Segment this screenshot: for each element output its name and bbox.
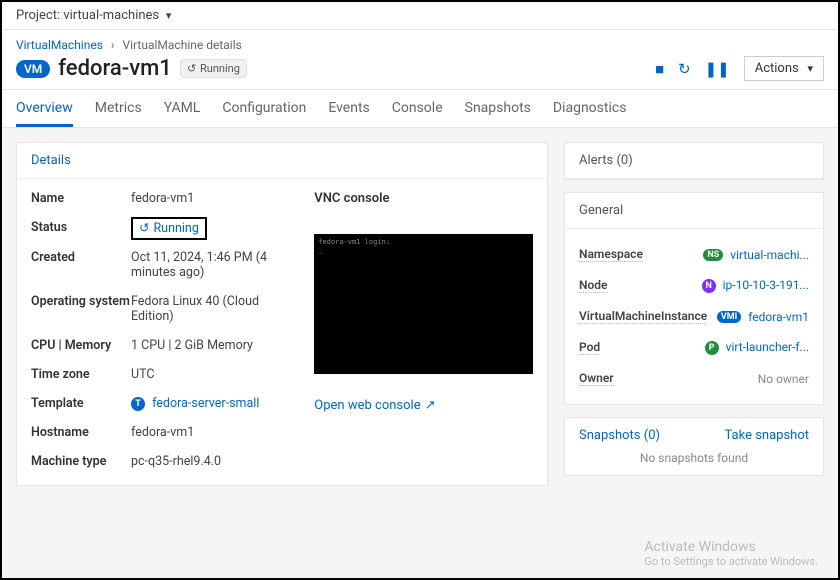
external-link-icon: ↗ [425, 398, 436, 413]
actions-dropdown[interactable]: Actions [744, 56, 824, 81]
tab-snapshots[interactable]: Snapshots [465, 90, 531, 127]
owner-value: No owner [758, 372, 809, 386]
template-badge-icon: T [131, 397, 145, 411]
stop-icon[interactable]: ■ [655, 60, 664, 78]
open-web-console-link[interactable]: Open web console ↗ [314, 398, 435, 413]
chevron-right-icon: › [111, 38, 115, 52]
alerts-header[interactable]: Alerts (0) [565, 143, 823, 179]
project-dropdown[interactable]: Project: virtual-machines [16, 8, 171, 23]
hostname-label: Hostname [31, 425, 131, 440]
status-label: Status [31, 220, 131, 236]
vmi-label: VirtualMachineInstance [579, 309, 707, 324]
node-link[interactable]: ip-10-10-3-191... [723, 278, 809, 292]
tab-console[interactable]: Console [392, 90, 443, 127]
tab-diagnostics[interactable]: Diagnostics [553, 90, 627, 127]
namespace-link[interactable]: virtual-machi... [730, 248, 809, 262]
hostname-value: fedora-vm1 [131, 425, 298, 440]
machine-value: pc-q35-rhel9.4.0 [131, 454, 298, 469]
alerts-card: Alerts (0) [564, 142, 824, 180]
tab-metrics[interactable]: Metrics [95, 90, 142, 127]
status-highlight-box: Running [131, 217, 207, 240]
namespace-badge-icon: NS [703, 249, 723, 261]
tz-label: Time zone [31, 367, 131, 382]
status-pill: Running [180, 59, 247, 78]
vmi-badge-icon: VMI [717, 311, 741, 323]
vnc-console-screen[interactable]: fedora-vm1 login: _ [314, 234, 533, 374]
sync-icon [139, 220, 149, 236]
owner-label: Owner [579, 371, 614, 386]
os-label: Operating system [31, 294, 131, 324]
open-console-text: Open web console [314, 398, 420, 413]
tab-overview[interactable]: Overview [16, 90, 73, 127]
tab-events[interactable]: Events [328, 90, 369, 127]
node-label: Node [579, 278, 608, 293]
snapshots-card: Snapshots (0) Take snapshot No snapshots… [564, 417, 824, 476]
watermark-line2: Go to Settings to activate Windows. [644, 555, 818, 568]
template-label: Template [31, 396, 131, 411]
cpu-label: CPU | Memory [31, 338, 131, 353]
details-header[interactable]: Details [17, 143, 547, 179]
watermark-line1: Activate Windows [644, 539, 818, 555]
node-badge-icon: N [702, 279, 716, 293]
vmi-link[interactable]: fedora-vm1 [748, 310, 809, 324]
status-pill-text: Running [200, 62, 240, 75]
pod-link[interactable]: virt-launcher-f... [726, 340, 809, 354]
namespace-label: Namespace [579, 247, 643, 262]
snapshots-empty: No snapshots found [579, 451, 809, 465]
page-title: fedora-vm1 [58, 56, 171, 81]
cpu-value: 1 CPU | 2 GiB Memory [131, 338, 298, 353]
created-label: Created [31, 250, 131, 280]
tab-yaml[interactable]: YAML [164, 90, 201, 127]
general-header: General [565, 193, 823, 229]
created-value: Oct 11, 2024, 1:46 PM (4 minutes ago) [131, 250, 298, 280]
tabs: Overview Metrics YAML Configuration Even… [2, 90, 838, 128]
pause-icon[interactable]: ❚❚ [705, 60, 730, 78]
breadcrumb: VirtualMachines › VirtualMachine details [16, 38, 824, 52]
restart-icon[interactable]: ↻ [678, 60, 691, 78]
name-value: fedora-vm1 [131, 191, 298, 206]
template-link[interactable]: fedora-server-small [152, 396, 259, 411]
vm-badge: VM [16, 60, 50, 78]
tz-value: UTC [131, 367, 298, 382]
pod-label: Pod [579, 340, 600, 355]
tab-configuration[interactable]: Configuration [222, 90, 306, 127]
details-card: Details Name fedora-vm1 Status Running [16, 142, 548, 486]
os-value: Fedora Linux 40 (Cloud Edition) [131, 294, 298, 324]
breadcrumb-root[interactable]: VirtualMachines [16, 38, 103, 52]
status-value: Running [139, 220, 199, 236]
vnc-title: VNC console [314, 191, 533, 206]
pod-badge-icon: P [705, 341, 719, 355]
take-snapshot-link[interactable]: Take snapshot [725, 428, 810, 443]
general-card: General Namespace NS virtual-machi... No… [564, 192, 824, 405]
machine-label: Machine type [31, 454, 131, 469]
name-label: Name [31, 191, 131, 206]
snapshots-header[interactable]: Snapshots (0) [579, 428, 660, 443]
sync-icon [187, 62, 196, 75]
breadcrumb-current: VirtualMachine details [123, 38, 242, 52]
status-text: Running [153, 221, 198, 236]
windows-watermark: Activate Windows Go to Settings to activ… [644, 539, 818, 568]
